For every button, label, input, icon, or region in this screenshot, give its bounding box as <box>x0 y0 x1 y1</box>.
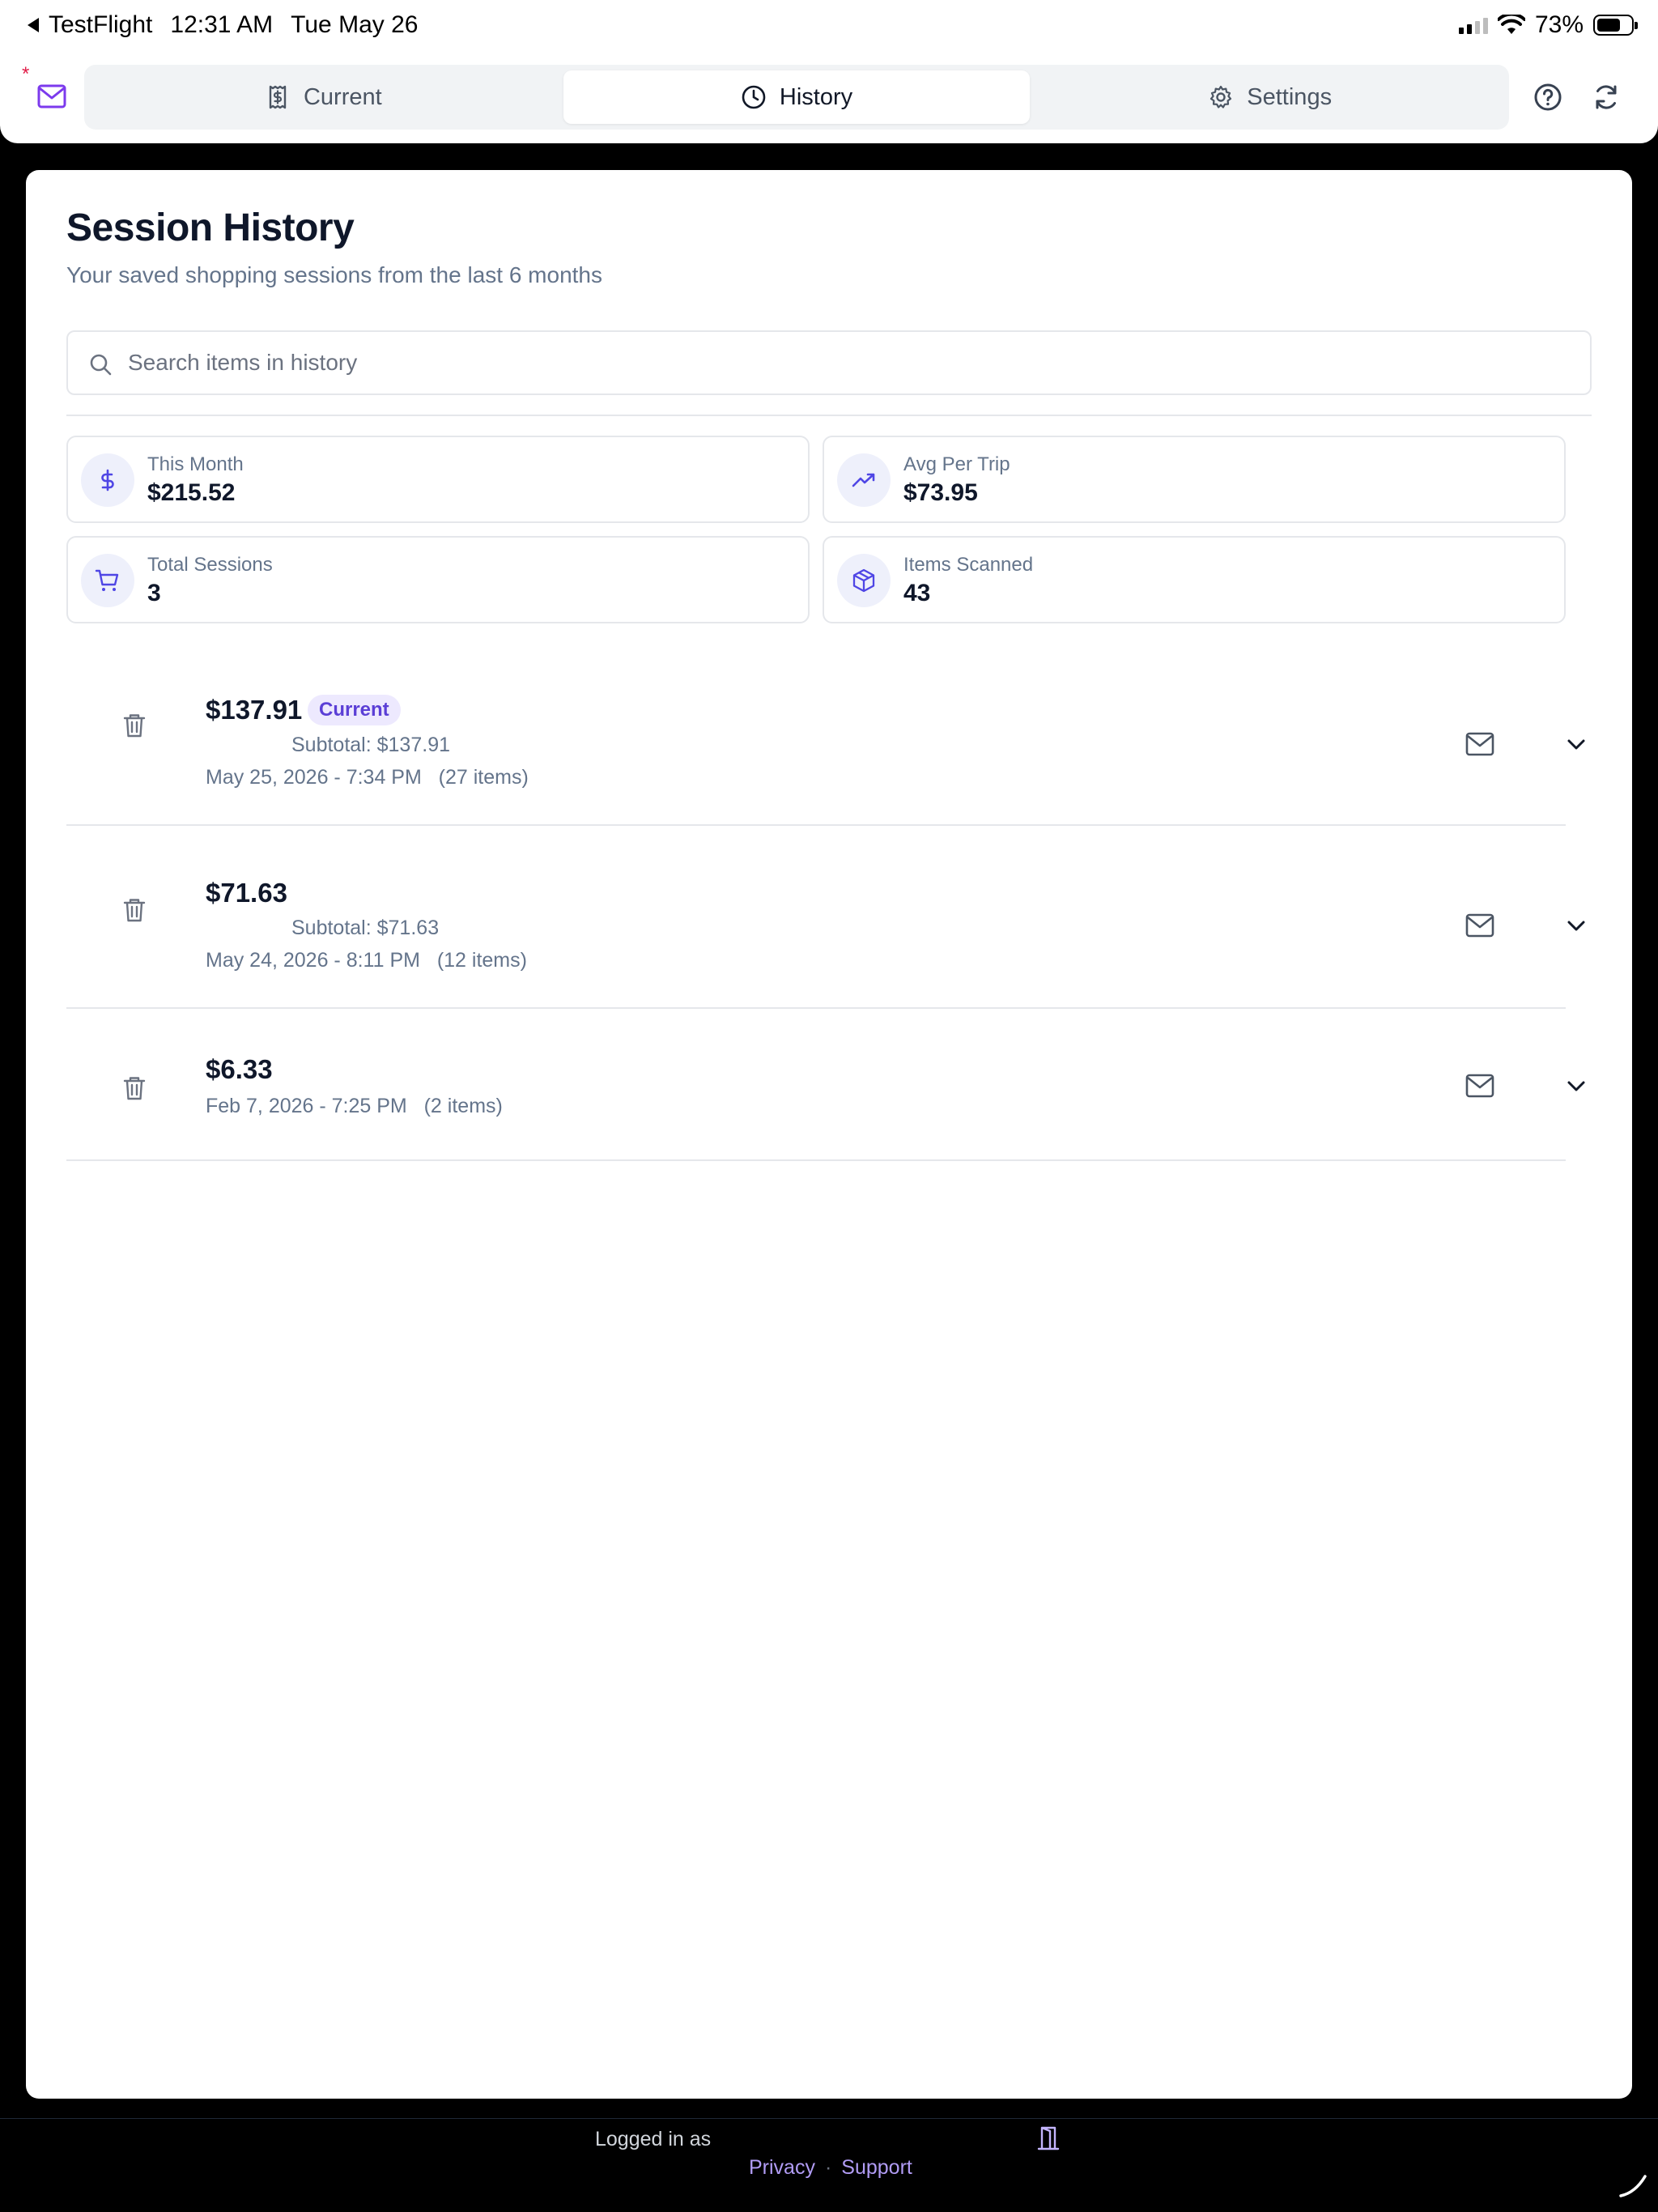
footer-separator: · <box>824 2156 832 2179</box>
status-time: 12:31 AM <box>170 11 274 38</box>
mail-icon[interactable] <box>36 83 68 110</box>
stat-value: $215.52 <box>147 479 236 506</box>
stat-label: Total Sessions <box>147 554 273 576</box>
refresh-icon[interactable] <box>1590 81 1622 113</box>
email-session-icon[interactable] <box>1464 730 1496 758</box>
search-input[interactable] <box>128 332 1569 393</box>
search-icon <box>90 354 112 376</box>
tab-current[interactable]: Current <box>90 70 557 124</box>
search-box <box>66 330 1592 395</box>
trash-icon[interactable] <box>120 711 149 740</box>
tab-label: Current <box>303 83 382 110</box>
session-item-count: (2 items) <box>423 1095 503 1117</box>
stat-card-avg-per-trip: Avg Per Trip $73.95 <box>823 436 1566 523</box>
session-item-count: (27 items) <box>438 766 529 789</box>
stat-card-this-month: This Month $215.52 <box>66 436 810 523</box>
divider <box>66 415 1592 416</box>
resize-handle-icon[interactable] <box>1614 2165 1650 2201</box>
battery-percent: 73% <box>1534 11 1584 38</box>
stat-label: Avg Per Trip <box>903 453 1010 475</box>
wifi-icon <box>1497 15 1525 34</box>
status-bar: TestFlight 12:31 AM Tue May 26 73% <box>0 0 1658 52</box>
stat-card-total-sessions: Total Sessions 3 <box>66 536 810 623</box>
back-arrow-icon <box>28 18 39 32</box>
receipt-dollar-icon <box>269 85 287 109</box>
top-bar: TestFlight 12:31 AM Tue May 26 73% * Cur… <box>0 0 1658 143</box>
session-date: May 25, 2026 - 7:34 PM (27 items) <box>206 766 529 789</box>
page-title: Session History <box>66 206 355 249</box>
trash-icon[interactable] <box>120 1074 149 1103</box>
status-date: Tue May 26 <box>291 11 419 38</box>
session-datetime: Feb 7, 2026 - 7:25 PM <box>206 1095 407 1117</box>
logout-door-icon[interactable] <box>1035 2125 1062 2152</box>
session-item-count: (12 items) <box>436 949 527 972</box>
logged-in-label: Logged in as <box>595 2128 712 2150</box>
session-subtotal: Subtotal: $71.63 <box>291 917 440 939</box>
dollar-icon <box>101 469 114 491</box>
session-amount: $6.33 <box>206 1054 273 1084</box>
tab-label: History <box>779 83 853 110</box>
gear-icon <box>1210 85 1232 108</box>
privacy-link[interactable]: Privacy <box>749 2156 815 2180</box>
cellular-signal-icon <box>1458 16 1488 34</box>
notification-marker: * <box>22 63 30 85</box>
email-session-icon[interactable] <box>1464 1072 1496 1100</box>
stat-card-items-scanned: Items Scanned 43 <box>823 536 1566 623</box>
session-datetime: May 25, 2026 - 7:34 PM <box>206 766 422 789</box>
trash-icon[interactable] <box>120 895 149 925</box>
stat-value: 43 <box>903 580 931 606</box>
session-amount: $137.91 <box>206 695 303 725</box>
chevron-down-icon[interactable] <box>1562 730 1590 758</box>
clock-icon <box>742 85 766 109</box>
session-subtotal: Subtotal: $137.91 <box>291 734 450 756</box>
page-subtitle: Your saved shopping sessions from the la… <box>66 262 603 287</box>
tab-bar: Current History Settings <box>84 65 1509 130</box>
session-date: Feb 7, 2026 - 7:25 PM (2 items) <box>206 1095 503 1118</box>
current-badge: Current <box>308 695 401 725</box>
stat-label: This Month <box>147 453 244 475</box>
cart-icon <box>95 569 119 591</box>
support-link[interactable]: Support <box>841 2156 912 2180</box>
footer-links: Privacy · Support <box>749 2156 912 2180</box>
trending-up-icon <box>852 473 875 487</box>
tab-history[interactable]: History <box>563 70 1031 124</box>
footer-divider <box>0 2118 1658 2119</box>
session-row[interactable]: $6.33 Feb 7, 2026 - 7:25 PM (2 items) <box>66 1009 1585 1161</box>
tab-label: Settings <box>1247 83 1333 110</box>
email-session-icon[interactable] <box>1464 912 1496 939</box>
session-history-card: Session History Your saved shopping sess… <box>26 170 1632 2099</box>
stat-value: 3 <box>147 580 161 606</box>
session-datetime: May 24, 2026 - 8:11 PM <box>206 949 420 972</box>
stat-value: $73.95 <box>903 479 978 506</box>
package-icon <box>852 568 875 593</box>
battery-icon <box>1593 15 1638 36</box>
chevron-down-icon[interactable] <box>1562 1072 1590 1100</box>
session-date: May 24, 2026 - 8:11 PM (12 items) <box>206 949 527 972</box>
stat-label: Items Scanned <box>903 554 1034 576</box>
back-app-label: TestFlight <box>49 11 153 38</box>
chevron-down-icon[interactable] <box>1562 912 1590 939</box>
session-row[interactable]: $71.63 Subtotal: $71.63 May 24, 2026 - 8… <box>66 826 1585 1009</box>
tab-settings[interactable]: Settings <box>1036 70 1503 124</box>
session-amount: $71.63 <box>206 878 287 908</box>
back-to-app-link[interactable]: TestFlight <box>26 11 152 39</box>
session-row[interactable]: $137.91 Current Subtotal: $137.91 May 25… <box>66 669 1585 826</box>
help-circle-icon[interactable] <box>1532 81 1564 113</box>
